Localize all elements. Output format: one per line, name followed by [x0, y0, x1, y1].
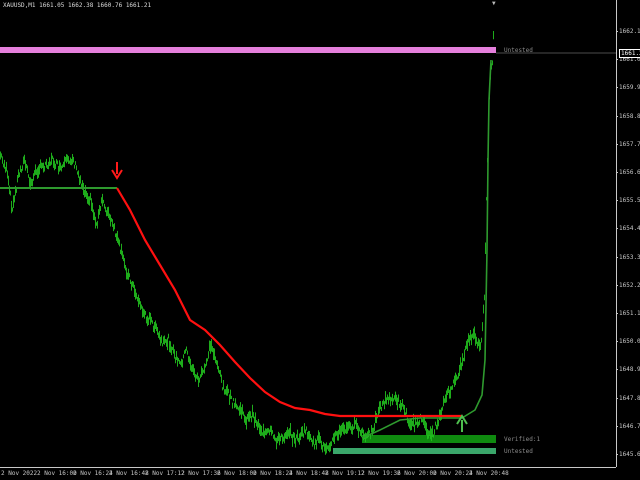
- price-tick-label: 1656.65: [615, 169, 640, 176]
- price-tick-label: 1648.95: [615, 366, 640, 373]
- price-tick-label: 1646.75: [615, 423, 640, 430]
- ma-line-down: [116, 187, 462, 418]
- time-tick-label: 2 Nov 17:12: [145, 470, 185, 477]
- time-tick-label: 2 Nov 18:48: [289, 470, 329, 477]
- time-tick-label: 2 Nov 18:24: [253, 470, 293, 477]
- price-tick-label: 1657.75: [615, 141, 640, 148]
- candlesticks: [0, 30, 494, 455]
- ma-line-up: [361, 59, 492, 439]
- time-tick-label: 2 Nov 20:00: [397, 470, 437, 477]
- time-tick-label: 2 Nov 19:36: [361, 470, 401, 477]
- price-tick-label: 1647.85: [615, 395, 640, 402]
- price-tick-label: 1653.35: [615, 254, 640, 261]
- verified-support-zone: [362, 435, 496, 443]
- price-tick-label: 1651.15: [615, 310, 640, 317]
- time-axis[interactable]: 2 Nov 2022 2 Nov 16:00 2 Nov 16:24 2 Nov 16…: [0, 467, 616, 480]
- verified-zone-label: Verified:1: [504, 436, 541, 443]
- price-axis[interactable]: 1662.151661.091659.951658.851657.751656.…: [615, 0, 640, 467]
- price-tick-label: 1650.05: [615, 338, 640, 345]
- price-tick-label: 1658.85: [615, 113, 640, 120]
- scroll-marker-icon[interactable]: ▼: [492, 0, 496, 7]
- current-price-label: 1661.21: [619, 49, 640, 58]
- price-chart: [0, 30, 616, 455]
- lower-zone-label: Untested: [504, 448, 533, 455]
- time-tick-label: 2 Nov 2022: [1, 470, 38, 477]
- time-tick-label: 2 Nov 20:24: [433, 470, 473, 477]
- time-tick-label: 2 Nov 19:12: [325, 470, 365, 477]
- price-tick-label: 1652.25: [615, 282, 640, 289]
- untested-support-zone: [333, 448, 496, 454]
- time-tick-label: 2 Nov 17:36: [181, 470, 221, 477]
- price-tick-label: 1662.15: [615, 28, 640, 35]
- price-tick-label: 1655.55: [615, 197, 640, 204]
- time-tick-label: 2 Nov 18:00: [217, 470, 257, 477]
- down-arrow-icon: [111, 162, 123, 180]
- time-tick-label: 2 Nov 16:24: [73, 470, 113, 477]
- time-tick-label: 2 Nov 16:48: [109, 470, 149, 477]
- upper-zone-label: Untested: [504, 47, 533, 54]
- time-tick-label: 2 Nov 20:48: [469, 470, 509, 477]
- symbol-title: XAUUSD,M1 1661.05 1662.38 1660.76 1661.2…: [3, 2, 152, 9]
- price-tick-label: 1654.45: [615, 225, 640, 232]
- time-tick-label: 2 Nov 16:00: [37, 470, 77, 477]
- chart-area[interactable]: XAUUSD,M1 1661.05 1662.38 1660.76 1661.2…: [0, 0, 616, 467]
- price-tick-label: 1659.95: [615, 84, 640, 91]
- resistance-zone: [0, 47, 496, 53]
- price-tick-label: 1645.65: [615, 451, 640, 458]
